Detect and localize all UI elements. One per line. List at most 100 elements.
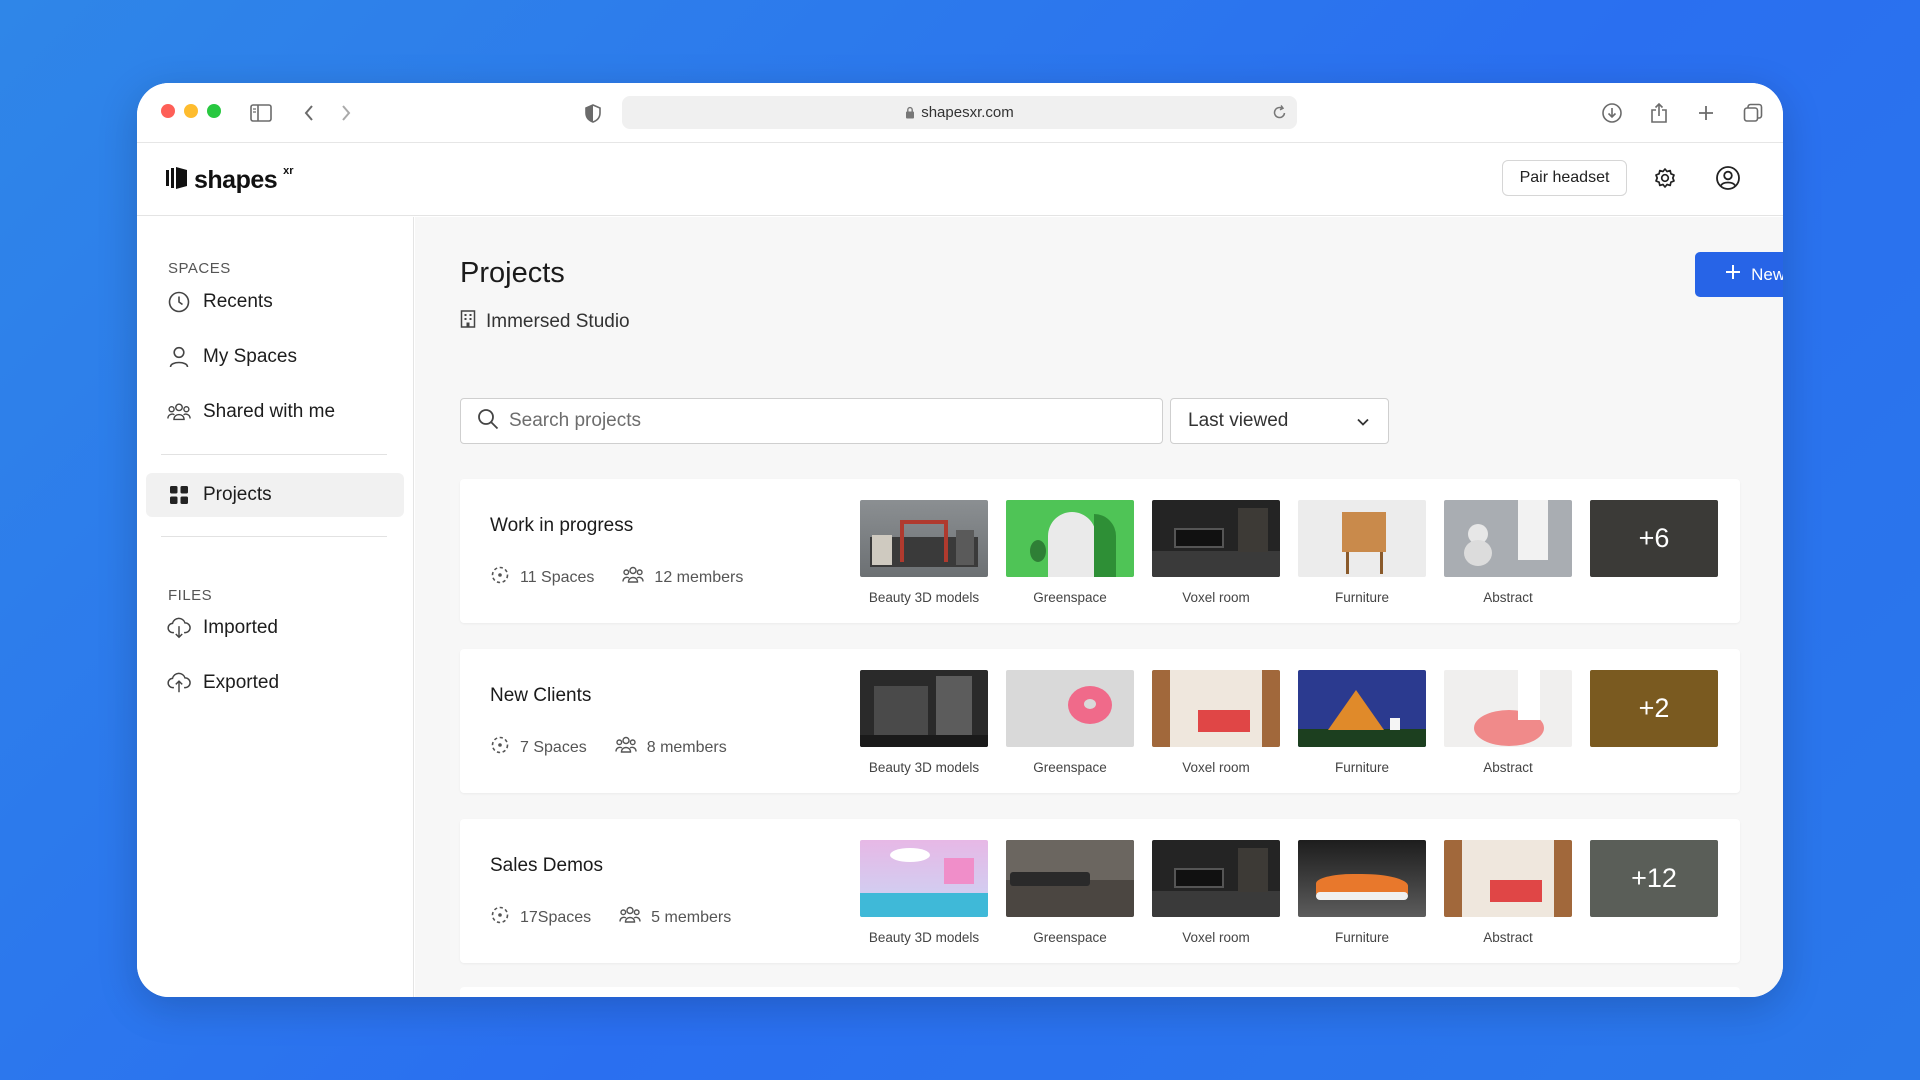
sidebar-item-label: Shared with me xyxy=(203,401,336,422)
download-icon[interactable] xyxy=(1599,100,1625,126)
main-content: Projects Immersed Studio New project Las… xyxy=(415,217,1783,997)
project-card[interactable]: Work in progress 11 Spaces 12 members Be… xyxy=(460,479,1740,623)
address-bar[interactable]: shapesxr.com xyxy=(622,96,1297,129)
new-project-button[interactable]: New project xyxy=(1695,252,1783,297)
more-spaces[interactable]: +6 xyxy=(1590,500,1718,605)
tab-overview-icon[interactable] xyxy=(1740,100,1766,126)
space-thumbnail[interactable]: Voxel room xyxy=(1152,670,1280,775)
url-text: shapesxr.com xyxy=(921,104,1014,121)
sidebar-item-recents[interactable]: Recents xyxy=(146,280,404,324)
window-controls xyxy=(161,104,221,118)
space-thumbnail[interactable]: Beauty 3D models xyxy=(860,500,988,605)
more-spaces-count: +12 xyxy=(1590,840,1718,917)
browser-window: shapesxr.com shapes xr Pair headset SPAC… xyxy=(137,83,1783,997)
sidebar-item-imported[interactable]: Imported xyxy=(146,606,404,650)
thumbnail-image xyxy=(1444,500,1572,577)
reload-icon[interactable] xyxy=(1272,104,1287,124)
more-spaces[interactable]: +12 xyxy=(1590,840,1718,945)
plus-icon xyxy=(1725,264,1741,285)
new-tab-icon[interactable] xyxy=(1693,100,1719,126)
pair-headset-button[interactable]: Pair headset xyxy=(1502,160,1627,196)
shapes-logo[interactable]: shapes xr xyxy=(166,165,294,196)
page-title: Projects xyxy=(460,257,565,289)
thumbnail-image xyxy=(1006,500,1134,577)
members-icon xyxy=(622,566,645,589)
space-thumbnails: Beauty 3D models Greenspace Voxel room F… xyxy=(860,670,1718,775)
spaces-count: 11 Spaces xyxy=(520,568,595,586)
thumbnail-caption: Beauty 3D models xyxy=(868,590,980,605)
sidebar: SPACES Recents My Spaces Shared with me … xyxy=(137,217,414,997)
project-card-partial[interactable] xyxy=(460,987,1740,997)
thumbnail-caption: Abstract xyxy=(1483,760,1533,775)
space-thumbnail[interactable]: Abstract xyxy=(1444,840,1572,945)
thumbnail-caption: Voxel room xyxy=(1182,760,1250,775)
sidebar-item-exported[interactable]: Exported xyxy=(146,661,404,705)
project-meta: 17Spaces 5 members xyxy=(490,905,759,930)
sidebar-item-label: Exported xyxy=(203,672,280,693)
space-thumbnail[interactable]: Beauty 3D models xyxy=(860,670,988,775)
space-thumbnail[interactable]: Abstract xyxy=(1444,500,1572,605)
maximize-window-button[interactable] xyxy=(207,104,221,118)
space-thumbnail[interactable]: Greenspace xyxy=(1006,840,1134,945)
gear-icon[interactable] xyxy=(1650,163,1680,193)
project-meta: 7 Spaces 8 members xyxy=(490,735,755,760)
back-icon[interactable] xyxy=(296,100,322,126)
space-thumbnail[interactable]: Furniture xyxy=(1298,500,1426,605)
space-thumbnails: Beauty 3D models Greenspace Voxel room F… xyxy=(860,500,1718,605)
share-icon[interactable] xyxy=(1646,100,1672,126)
sidebar-toggle-icon[interactable] xyxy=(248,100,274,126)
spaces-count: 7 Spaces xyxy=(520,738,587,756)
sidebar-divider xyxy=(161,454,387,455)
members-count: 8 members xyxy=(646,738,727,756)
sidebar-item-label: Recents xyxy=(203,291,273,312)
forward-icon[interactable] xyxy=(333,100,359,126)
sidebar-item-label: Projects xyxy=(203,484,272,505)
cloud-download-icon xyxy=(167,616,191,640)
sidebar-item-projects[interactable]: Projects xyxy=(146,473,404,517)
space-thumbnail[interactable]: Abstract xyxy=(1444,670,1572,775)
space-thumbnail[interactable]: Furniture xyxy=(1298,840,1426,945)
minimize-window-button[interactable] xyxy=(184,104,198,118)
space-thumbnail[interactable]: Beauty 3D models xyxy=(860,840,988,945)
thumbnail-image xyxy=(860,500,988,577)
thumbnail-caption: Abstract xyxy=(1483,590,1533,605)
close-window-button[interactable] xyxy=(161,104,175,118)
project-card[interactable]: New Clients 7 Spaces 8 members Beauty 3D… xyxy=(460,649,1740,793)
search-input[interactable] xyxy=(509,410,1129,432)
sidebar-divider xyxy=(161,536,387,537)
account-icon[interactable] xyxy=(1713,163,1743,193)
sidebar-item-shared-with-me[interactable]: Shared with me xyxy=(146,390,404,434)
project-name: New Clients xyxy=(490,685,592,706)
space-thumbnail[interactable]: Furniture xyxy=(1298,670,1426,775)
search-box[interactable] xyxy=(460,398,1163,444)
spaces-icon xyxy=(490,565,510,590)
privacy-shield-icon[interactable] xyxy=(580,100,606,126)
sidebar-item-my-spaces[interactable]: My Spaces xyxy=(146,335,404,379)
more-spaces-count: +6 xyxy=(1590,500,1718,577)
thumbnail-caption: Voxel room xyxy=(1182,590,1250,605)
thumbnail-caption: Beauty 3D models xyxy=(868,760,980,775)
members-icon xyxy=(619,906,641,929)
members-count: 5 members xyxy=(651,908,732,926)
space-thumbnail[interactable]: Voxel room xyxy=(1152,500,1280,605)
thumbnail-caption: Greenspace xyxy=(1033,760,1107,775)
browser-toolbar: shapesxr.com xyxy=(137,83,1783,143)
thumbnail-caption: Furniture xyxy=(1334,760,1390,775)
thumbnail-caption: Voxel room xyxy=(1182,930,1250,945)
space-thumbnail[interactable]: Voxel room xyxy=(1152,840,1280,945)
members-icon xyxy=(615,736,637,759)
space-thumbnail[interactable]: Greenspace xyxy=(1006,500,1134,605)
thumbnail-caption: Abstract xyxy=(1483,930,1533,945)
thumbnail-image xyxy=(1006,670,1134,747)
spaces-count: 17Spaces xyxy=(520,908,592,926)
thumbnail-caption: Greenspace xyxy=(1033,590,1107,605)
sort-select[interactable]: Last viewed xyxy=(1170,398,1389,444)
sidebar-item-label: Imported xyxy=(203,617,278,638)
space-thumbnail[interactable]: Greenspace xyxy=(1006,670,1134,775)
project-meta: 11 Spaces 12 members xyxy=(490,565,771,590)
more-spaces[interactable]: +2 xyxy=(1590,670,1718,775)
spaces-section-label: SPACES xyxy=(168,260,231,277)
project-card[interactable]: Sales Demos 17Spaces 5 members Beauty 3D… xyxy=(460,819,1740,963)
thumbnail-image xyxy=(1152,840,1280,917)
thumbnail-caption: Furniture xyxy=(1334,930,1390,945)
